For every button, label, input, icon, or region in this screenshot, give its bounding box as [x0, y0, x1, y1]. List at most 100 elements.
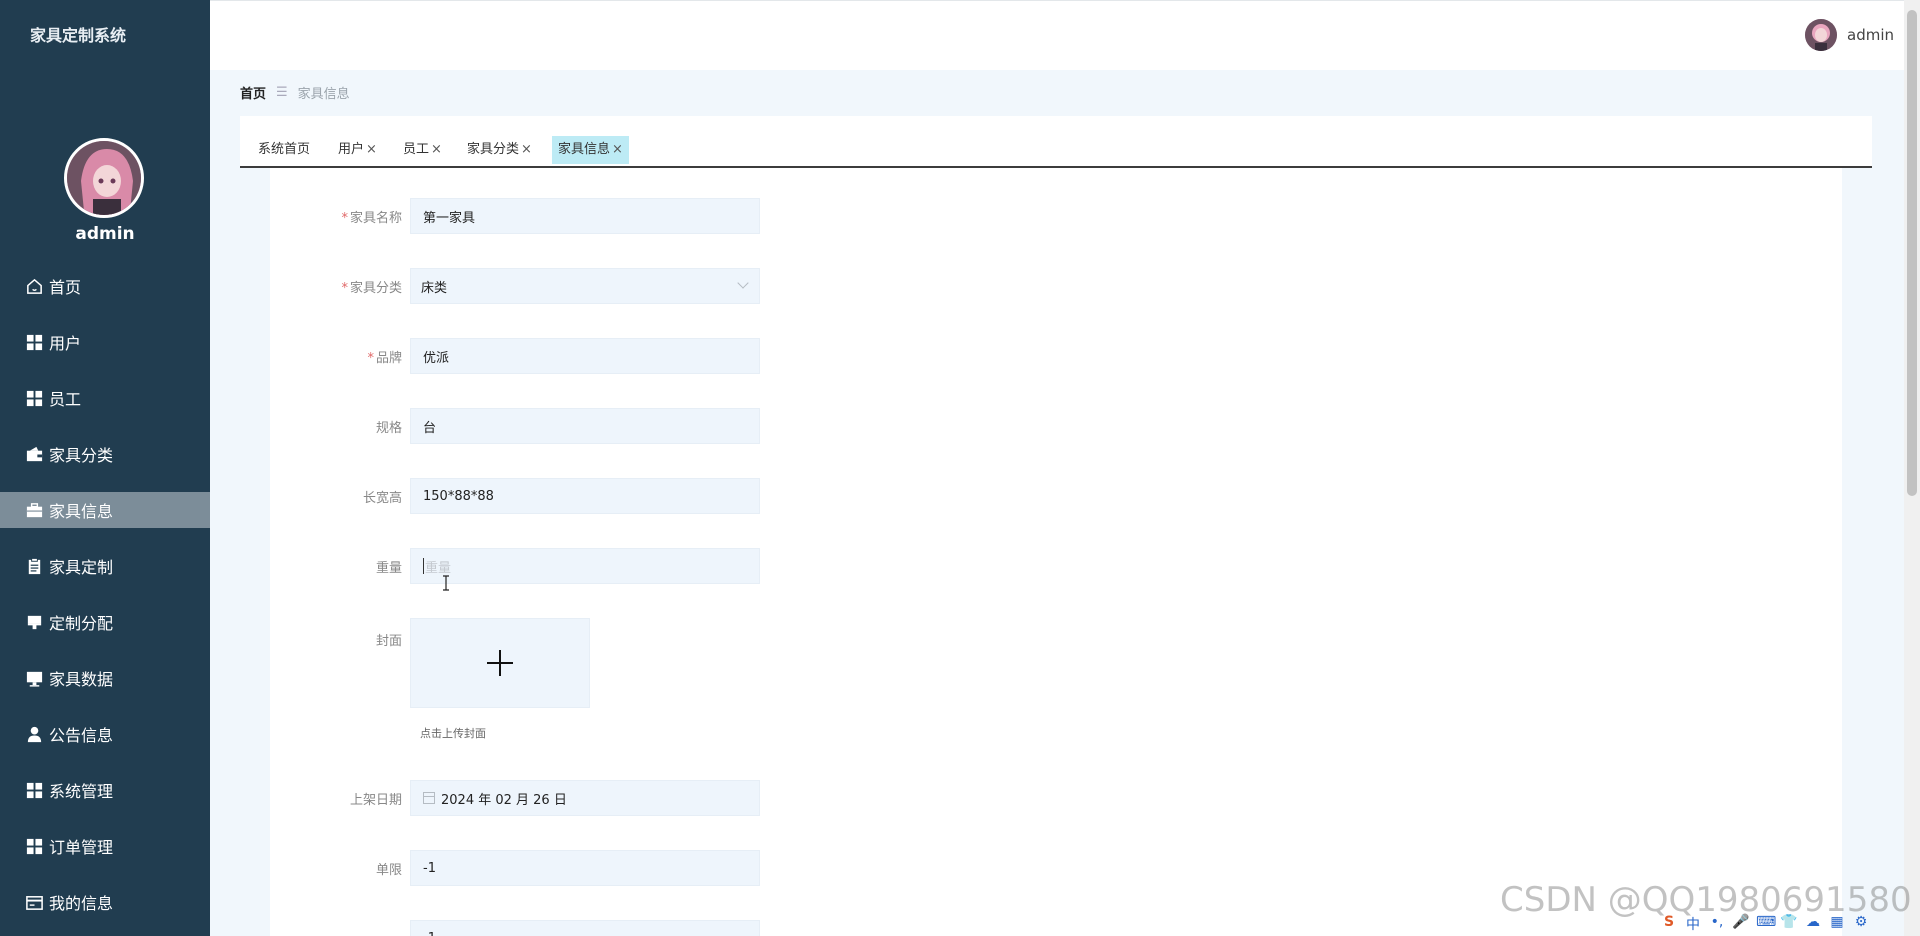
- cover-upload-hint: 点击上传封面: [420, 727, 486, 740]
- sidebar-item-furniture-category[interactable]: 家具分类: [0, 436, 210, 472]
- field-label: 规格: [375, 420, 402, 436]
- dimensions-input[interactable]: 150*88*88: [410, 478, 760, 514]
- text-cursor: [423, 558, 424, 574]
- form-row-next: -1: [270, 920, 760, 936]
- form-row-name: * 家具名称 第一家具: [270, 198, 760, 234]
- furniture-name-input[interactable]: 第一家具: [410, 198, 760, 234]
- field-label: 长宽高: [362, 490, 402, 506]
- clipboard-icon: [24, 556, 44, 576]
- next-input[interactable]: -1: [410, 920, 760, 936]
- breadcrumb-home[interactable]: 首页: [240, 83, 266, 102]
- header-bar: admin: [210, 0, 1904, 70]
- field-label: 重量: [375, 560, 402, 576]
- plus-icon: [487, 650, 513, 676]
- sidebar-item-system[interactable]: 系统管理: [0, 772, 210, 808]
- grid-icon[interactable]: ▦: [1828, 914, 1846, 934]
- required-mark: *: [341, 210, 348, 226]
- sidebar-item-customization[interactable]: 家具定制: [0, 548, 210, 584]
- field-label: * 家具分类: [341, 280, 402, 296]
- limit-input[interactable]: -1: [410, 850, 760, 886]
- ime-punctuation-icon[interactable]: •,: [1708, 914, 1726, 934]
- user-icon: [24, 724, 44, 744]
- brand-input[interactable]: 优派: [410, 338, 760, 374]
- sidebar-item-label: 订单管理: [49, 838, 114, 857]
- breadcrumb-current: 家具信息: [297, 87, 350, 102]
- form-row-weight: 重量 重量: [270, 548, 760, 584]
- ime-chinese-icon[interactable]: 中: [1684, 914, 1702, 934]
- form-row-category: * 家具分类 床类: [270, 268, 760, 304]
- cloud-icon[interactable]: ☁: [1804, 914, 1822, 934]
- breadcrumb: 首页 ☰ 家具信息: [240, 83, 350, 102]
- sidebar-item-label: 家具数据: [49, 670, 114, 689]
- sidebar-item-home[interactable]: 首页: [0, 268, 210, 304]
- tab-label: 用户: [338, 142, 365, 157]
- field-label: * 家具名称: [341, 210, 402, 226]
- chevron-down-icon: [737, 277, 749, 289]
- sidebar-item-label: 定制分配: [49, 614, 114, 633]
- page-scrollbar[interactable]: [1904, 0, 1920, 936]
- tab-label: 家具分类: [467, 142, 520, 157]
- monitor-icon: [24, 668, 44, 688]
- weight-placeholder: 重量: [425, 560, 452, 576]
- sidebar-item-label: 首页: [49, 278, 82, 297]
- grid-icon: [24, 780, 44, 800]
- header-user-menu[interactable]: admin: [1805, 19, 1894, 51]
- field-label: 封面: [375, 634, 402, 649]
- settings-icon[interactable]: ⚙: [1852, 914, 1870, 934]
- form-row-cover: 封面: [270, 618, 590, 708]
- keyboard-icon[interactable]: ⌨: [1756, 914, 1776, 934]
- grid-icon: [24, 388, 44, 408]
- tab-label: 员工: [403, 142, 430, 157]
- close-icon[interactable]: ×: [521, 142, 532, 157]
- listing-date-picker[interactable]: 2024 年 02 月 26 日: [410, 780, 760, 816]
- sidebar-item-label: 家具信息: [49, 502, 114, 521]
- sidebar-item-announcements[interactable]: 公告信息: [0, 716, 210, 752]
- stamp-icon: [24, 612, 44, 632]
- tab-label: 家具信息: [558, 142, 611, 157]
- sidebar-item-label: 家具分类: [49, 446, 114, 465]
- tab-system-home[interactable]: 系统首页: [252, 136, 316, 164]
- calendar-icon: [423, 792, 435, 804]
- tab-furniture-info[interactable]: 家具信息 ×: [552, 136, 629, 164]
- microphone-icon[interactable]: 🎤: [1732, 914, 1750, 934]
- sidebar-item-my-info[interactable]: 我的信息: [0, 884, 210, 920]
- sidebar-item-users[interactable]: 用户: [0, 324, 210, 360]
- close-icon[interactable]: ×: [431, 142, 442, 157]
- sidebar-item-staff[interactable]: 员工: [0, 380, 210, 416]
- required-mark: *: [367, 350, 374, 366]
- weight-input[interactable]: 重量: [410, 548, 760, 584]
- form-row-dimensions: 长宽高 150*88*88: [270, 478, 760, 514]
- card-icon: [24, 892, 44, 912]
- ime-logo-icon[interactable]: S: [1660, 914, 1678, 934]
- skin-icon[interactable]: 👕: [1780, 914, 1798, 934]
- sidebar-item-label: 家具定制: [49, 558, 114, 577]
- app-title: 家具定制系统: [30, 26, 127, 45]
- sidebar-item-orders[interactable]: 订单管理: [0, 828, 210, 864]
- sidebar-avatar: [64, 138, 144, 218]
- grid-icon: [24, 332, 44, 352]
- form-row-brand: * 品牌 优派: [270, 338, 760, 374]
- home-icon: [24, 276, 44, 296]
- sidebar-item-label: 公告信息: [49, 726, 114, 745]
- spec-input[interactable]: 台: [410, 408, 760, 444]
- furniture-form: * 家具名称 第一家具 * 家具分类 床类 * 品牌 优派 规格 台 长宽高 150*…: [270, 168, 1842, 936]
- close-icon[interactable]: ×: [366, 142, 377, 157]
- cover-upload-button[interactable]: [410, 618, 590, 708]
- tab-staff[interactable]: 员工 ×: [397, 136, 448, 164]
- category-select[interactable]: 床类: [410, 268, 760, 304]
- tab-furniture-category[interactable]: 家具分类 ×: [461, 136, 538, 164]
- sidebar-item-label: 员工: [49, 390, 82, 409]
- grid-icon: [24, 836, 44, 856]
- close-icon[interactable]: ×: [612, 142, 623, 157]
- required-mark: *: [341, 280, 348, 296]
- scrollbar-thumb[interactable]: [1907, 10, 1917, 496]
- form-row-limit: 单限 -1: [270, 850, 760, 886]
- sidebar-item-furniture-data[interactable]: 家具数据: [0, 660, 210, 696]
- tabs-bar: 系统首页 用户 × 员工 × 家具分类 × 家具信息 ×: [240, 116, 1872, 168]
- tab-users[interactable]: 用户 ×: [332, 136, 383, 164]
- sidebar-item-assignment[interactable]: 定制分配: [0, 604, 210, 640]
- sidebar-item-furniture-info[interactable]: 家具信息: [0, 492, 210, 528]
- wallet-icon: [24, 444, 44, 464]
- sidebar-item-label: 用户: [49, 334, 82, 353]
- listing-date-value: 2024 年 02 月 26 日: [441, 792, 567, 808]
